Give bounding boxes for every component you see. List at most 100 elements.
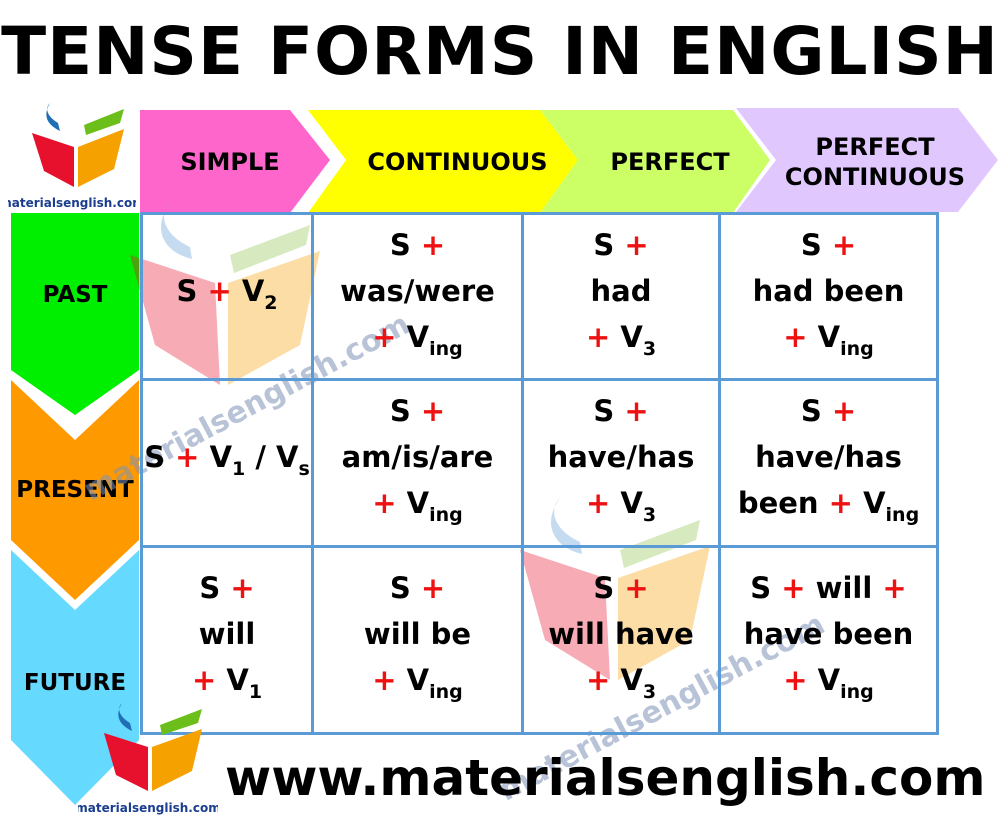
formula-line: will be bbox=[364, 611, 471, 657]
formula-text: S bbox=[389, 394, 421, 428]
formula-text: S bbox=[750, 571, 782, 605]
plus-sign: + bbox=[230, 571, 255, 605]
formula-text: V bbox=[610, 319, 643, 354]
formula-line: have/has bbox=[548, 434, 695, 480]
formula-text: V bbox=[807, 663, 841, 697]
formula-line: S + bbox=[390, 388, 445, 434]
formula-text: been bbox=[737, 486, 829, 520]
formula-line: S + V1 / Vs bbox=[144, 434, 310, 492]
formula-text: S bbox=[389, 227, 421, 262]
formula-text: S bbox=[800, 227, 832, 262]
formula-text: am/is/are bbox=[341, 440, 494, 474]
formula-text: have/has bbox=[755, 440, 902, 474]
column-header-perfect: PERFECT bbox=[585, 110, 755, 213]
subscript: ing bbox=[429, 504, 463, 526]
formula-text: V bbox=[610, 486, 643, 520]
formula-text: S bbox=[199, 571, 231, 605]
subscript: 2 bbox=[264, 291, 278, 314]
cell-past-perfect-continuous: S + had been + Ving bbox=[718, 212, 939, 381]
subscript: 3 bbox=[642, 337, 657, 360]
column-header-simple: SIMPLE bbox=[150, 110, 310, 213]
formula-line: been + Ving bbox=[738, 480, 919, 538]
formula-text: V bbox=[216, 663, 249, 697]
formula-line: S + V2 bbox=[176, 268, 277, 326]
column-header-label: CONTINUOUS bbox=[367, 147, 548, 176]
formula-text: was/were bbox=[340, 273, 495, 308]
plus-sign: + bbox=[624, 571, 649, 605]
cell-future-perfect-continuous: S + will + have been + Ving bbox=[718, 545, 939, 735]
formula-line: have/has bbox=[755, 434, 902, 480]
cell-present-perfect: S + have/has + V3 bbox=[521, 378, 721, 548]
footer-url[interactable]: www.materialsenglish.com bbox=[225, 748, 985, 808]
subscript: ing bbox=[885, 504, 920, 526]
cell-past-simple: S + V2 bbox=[140, 212, 314, 381]
formula-line: S + bbox=[390, 222, 445, 268]
cell-past-perfect: S + had + V3 bbox=[521, 212, 721, 381]
formula-text: S bbox=[144, 440, 176, 474]
cell-past-continuous: S + was/were + Ving bbox=[311, 212, 524, 381]
plus-sign: + bbox=[585, 319, 611, 354]
column-header-perfect-continuous: PERFECT CONTINUOUS bbox=[770, 110, 980, 213]
formula-line: S + bbox=[390, 565, 445, 611]
formula-line: S + bbox=[593, 222, 648, 268]
subscript: s bbox=[298, 458, 310, 480]
logo-text: materialsenglish.com bbox=[78, 801, 218, 815]
formula-text: V bbox=[396, 319, 430, 354]
plus-sign: + bbox=[372, 486, 397, 520]
formula-text: S bbox=[389, 571, 421, 605]
formula-text: will bbox=[198, 617, 256, 651]
formula-text: S bbox=[593, 571, 625, 605]
subscript: 3 bbox=[642, 504, 657, 526]
cell-present-perfect-continuous: S + have/has been + Ving bbox=[718, 378, 939, 548]
formula-line: am/is/are bbox=[342, 434, 494, 480]
plus-sign: + bbox=[585, 663, 611, 697]
formula-line: S + bbox=[593, 565, 648, 611]
formula-text: will have bbox=[548, 617, 694, 651]
formula-line: S + will + bbox=[750, 565, 906, 611]
formula-line: S + bbox=[199, 565, 254, 611]
plus-sign: + bbox=[420, 394, 446, 428]
plus-sign: + bbox=[585, 486, 611, 520]
cell-future-perfect: S + will have + V3 bbox=[521, 545, 721, 735]
formula-text: will be bbox=[363, 617, 472, 651]
plus-sign: + bbox=[420, 227, 446, 262]
formula-line: S + bbox=[801, 388, 856, 434]
formula-text: S bbox=[593, 227, 625, 262]
formula-text: V bbox=[852, 486, 886, 520]
formula-text: V bbox=[231, 273, 265, 308]
plus-sign: + bbox=[175, 440, 200, 474]
formula-line: + Ving bbox=[783, 657, 874, 715]
formula-line: + Ving bbox=[372, 314, 463, 372]
subscript: ing bbox=[429, 681, 463, 703]
column-header-continuous: CONTINUOUS bbox=[350, 110, 565, 213]
formula-text: V bbox=[807, 319, 841, 354]
tense-grid: S + V2 S + was/were + Ving S + had + V3 S + had … bbox=[140, 212, 939, 735]
formula-line: + V3 bbox=[586, 657, 656, 715]
formula-text: S bbox=[176, 273, 208, 308]
formula-text: S bbox=[800, 394, 832, 428]
column-header-label: SIMPLE bbox=[180, 147, 280, 176]
formula-text: have been bbox=[743, 617, 914, 651]
formula-line: will bbox=[199, 611, 256, 657]
plus-sign: + bbox=[624, 227, 649, 262]
subscript: ing bbox=[840, 337, 874, 360]
subscript: ing bbox=[840, 681, 874, 703]
formula-text: V bbox=[199, 440, 233, 474]
formula-text: V bbox=[396, 663, 430, 697]
formula-line: was/were bbox=[340, 268, 495, 314]
subscript: 1 bbox=[248, 681, 263, 703]
formula-line: + V3 bbox=[586, 480, 656, 538]
formula-text: will bbox=[805, 571, 883, 605]
plus-sign: + bbox=[191, 663, 217, 697]
plus-sign: + bbox=[828, 486, 853, 520]
column-header-label-line2: CONTINUOUS bbox=[784, 162, 966, 191]
formula-line: + V3 bbox=[586, 314, 656, 372]
formula-line: + Ving bbox=[783, 314, 874, 372]
formula-line: had bbox=[591, 268, 652, 314]
column-header-label: PERFECT bbox=[610, 147, 730, 176]
formula-text: S bbox=[593, 394, 625, 428]
formula-text: had bbox=[590, 273, 652, 308]
footer-logo: materialsenglish.com bbox=[75, 695, 221, 818]
formula-line: + Ving bbox=[372, 657, 463, 715]
subscript: 3 bbox=[642, 681, 657, 703]
